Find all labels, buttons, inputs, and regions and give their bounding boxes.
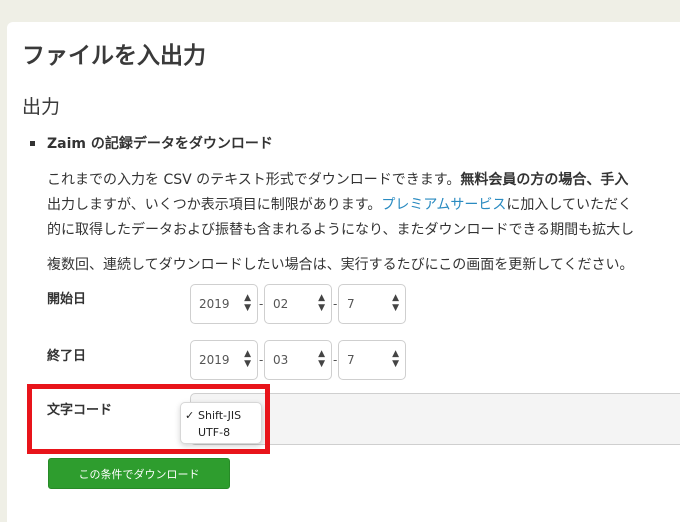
select-arrows-icon: ▲ ▼ — [318, 293, 325, 313]
select-arrows-icon: ▲ ▼ — [318, 349, 325, 369]
start-day-select[interactable]: 7 ▲ ▼ — [338, 284, 406, 324]
description-text: これまでの入力を CSV のテキスト形式でダウンロードできます。 — [47, 172, 461, 188]
date-separator: - — [333, 353, 338, 367]
select-arrows-icon: ▲ ▼ — [244, 349, 251, 369]
refresh-note: 複数回、連続してダウンロードしたい場合は、実行するたびにこの画面を更新してくださ… — [47, 257, 634, 273]
description-text: に加入していただく — [506, 197, 632, 213]
start-year-select[interactable]: 2019 ▲ ▼ — [190, 284, 258, 324]
start-date-label: 開始日 — [47, 292, 87, 307]
annotation-highlight-box — [27, 384, 270, 454]
select-arrows-icon: ▲ ▼ — [244, 293, 251, 313]
date-separator: - — [259, 297, 264, 311]
premium-service-link[interactable]: プレミアムサービス — [381, 197, 506, 213]
description-line-3: 的に取得したデータおよび振替も含まれるようになり、またダウンロードできる期間も拡… — [47, 222, 635, 238]
list-bullet — [30, 141, 35, 146]
date-separator: - — [333, 297, 338, 311]
section-title: 出力 — [22, 96, 61, 118]
export-item-title: Zaim の記録データをダウンロード — [47, 136, 273, 152]
start-month-select[interactable]: 02 ▲ ▼ — [264, 284, 332, 324]
date-separator: - — [259, 353, 264, 367]
description-emphasis: 無料会員の方の場合、手入 — [460, 172, 629, 188]
description-line-2: 出力しますが、いくつか表示項目に制限があります。プレミアムサービスに加入していた… — [47, 194, 632, 214]
end-year-select[interactable]: 2019 ▲ ▼ — [190, 340, 258, 380]
select-arrows-icon: ▲ ▼ — [392, 293, 399, 313]
end-month-select[interactable]: 03 ▲ ▼ — [264, 340, 332, 380]
page-title: ファイルを入出力 — [22, 43, 206, 69]
end-date-label: 終了日 — [47, 349, 87, 364]
download-button[interactable]: この条件でダウンロード — [48, 458, 230, 489]
description-line-1: これまでの入力を CSV のテキスト形式でダウンロードできます。無料会員の方の場… — [47, 169, 628, 189]
select-arrows-icon: ▲ ▼ — [392, 349, 399, 369]
end-day-select[interactable]: 7 ▲ ▼ — [338, 340, 406, 380]
description-text: 出力しますが、いくつか表示項目に制限があります。 — [47, 197, 382, 213]
